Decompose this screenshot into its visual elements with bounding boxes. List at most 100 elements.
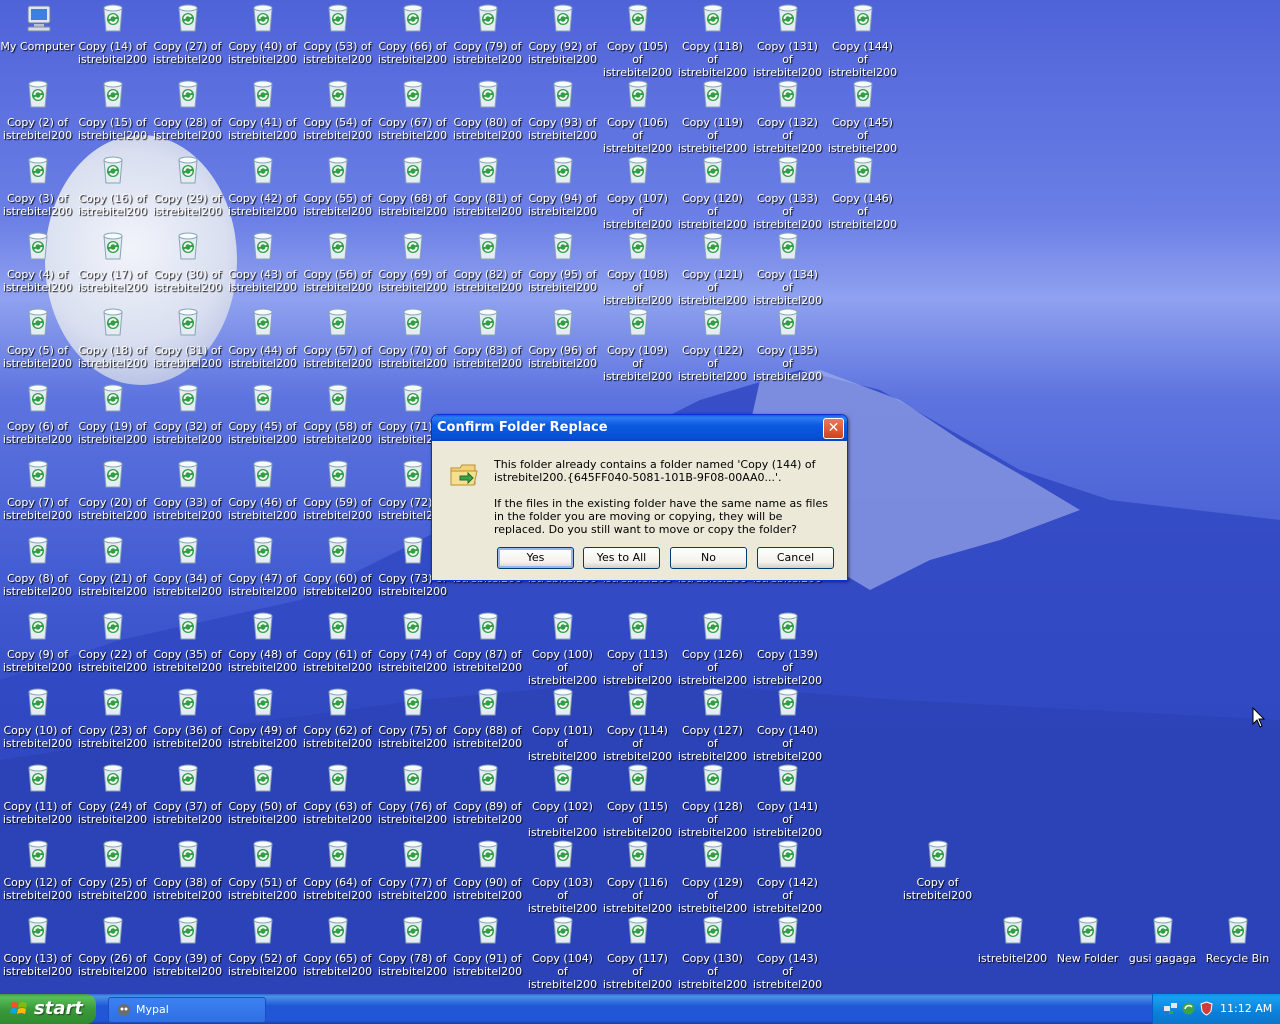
desktop-icon[interactable]: Copy (60) of istrebitel200 (300, 534, 375, 598)
desktop-icon[interactable]: Copy (38) of istrebitel200 (150, 838, 225, 902)
desktop-icon[interactable]: Copy (15) of istrebitel200 (75, 78, 150, 142)
desktop-icon[interactable]: Copy (146) of istrebitel200 (825, 154, 900, 231)
no-button[interactable]: No (670, 547, 747, 569)
desktop-icon[interactable]: Copy (23) of istrebitel200 (75, 686, 150, 750)
desktop-icon[interactable]: Copy (140) of istrebitel200 (750, 686, 825, 763)
desktop-icon[interactable]: Copy (35) of istrebitel200 (150, 610, 225, 674)
desktop-icon[interactable]: Copy (18) of istrebitel200 (75, 306, 150, 370)
clock[interactable]: 11:12 AM (1220, 994, 1272, 1024)
desktop-icon[interactable]: Copy (83) of istrebitel200 (450, 306, 525, 370)
desktop-icon[interactable]: Copy (66) of istrebitel200 (375, 2, 450, 66)
desktop-icon[interactable]: Copy (70) of istrebitel200 (375, 306, 450, 370)
desktop-icon[interactable]: Copy (57) of istrebitel200 (300, 306, 375, 370)
desktop-icon[interactable]: Recycle Bin (1200, 914, 1275, 965)
desktop-icon[interactable]: Copy (53) of istrebitel200 (300, 2, 375, 66)
desktop-icon[interactable]: Copy (10) of istrebitel200 (0, 686, 75, 750)
dialog-titlebar[interactable]: Confirm Folder Replace ✕ (432, 415, 847, 441)
desktop-icon[interactable]: Copy (26) of istrebitel200 (75, 914, 150, 978)
desktop-icon[interactable]: Copy (31) of istrebitel200 (150, 306, 225, 370)
desktop-icon[interactable]: Copy (30) of istrebitel200 (150, 230, 225, 294)
desktop-icon[interactable]: Copy (142) of istrebitel200 (750, 838, 825, 915)
desktop-icon[interactable]: Copy (80) of istrebitel200 (450, 78, 525, 142)
desktop-icon[interactable]: Copy (96) of istrebitel200 (525, 306, 600, 370)
desktop-icon[interactable]: Copy (6) of istrebitel200 (0, 382, 75, 446)
desktop-icon[interactable]: Copy (42) of istrebitel200 (225, 154, 300, 218)
desktop-icon[interactable]: Copy (7) of istrebitel200 (0, 458, 75, 522)
desktop-icon[interactable]: Copy (45) of istrebitel200 (225, 382, 300, 446)
desktop-icon[interactable]: Copy (94) of istrebitel200 (525, 154, 600, 218)
desktop-icon[interactable]: Copy (3) of istrebitel200 (0, 154, 75, 218)
desktop-icon[interactable]: Copy (47) of istrebitel200 (225, 534, 300, 598)
desktop-icon[interactable]: Copy (5) of istrebitel200 (0, 306, 75, 370)
desktop-icon[interactable]: Copy (103) of istrebitel200 (525, 838, 600, 915)
desktop-icon[interactable]: Copy (19) of istrebitel200 (75, 382, 150, 446)
desktop-icon[interactable]: Copy (119) of istrebitel200 (675, 78, 750, 155)
desktop-icon[interactable]: Copy (65) of istrebitel200 (300, 914, 375, 978)
desktop-icon[interactable]: Copy (12) of istrebitel200 (0, 838, 75, 902)
desktop-icon[interactable]: New Folder (1050, 914, 1125, 965)
desktop-icon[interactable]: Copy (81) of istrebitel200 (450, 154, 525, 218)
desktop-icon[interactable]: Copy (28) of istrebitel200 (150, 78, 225, 142)
desktop-icon[interactable]: Copy (108) of istrebitel200 (600, 230, 675, 307)
desktop-icon[interactable]: Copy (118) of istrebitel200 (675, 2, 750, 79)
desktop-icon[interactable]: Copy (114) of istrebitel200 (600, 686, 675, 763)
desktop-icon[interactable]: Copy (16) of istrebitel200 (75, 154, 150, 218)
desktop-icon[interactable]: Copy (44) of istrebitel200 (225, 306, 300, 370)
desktop-icon[interactable]: Copy (101) of istrebitel200 (525, 686, 600, 763)
desktop-icon[interactable]: Copy (27) of istrebitel200 (150, 2, 225, 66)
yes-button[interactable]: Yes (497, 547, 574, 569)
desktop-icon[interactable]: Copy (95) of istrebitel200 (525, 230, 600, 294)
desktop-icon[interactable]: Copy (113) of istrebitel200 (600, 610, 675, 687)
desktop-icon[interactable]: Copy (13) of istrebitel200 (0, 914, 75, 978)
desktop-icon[interactable]: Copy (120) of istrebitel200 (675, 154, 750, 231)
desktop-icon[interactable]: Copy (75) of istrebitel200 (375, 686, 450, 750)
desktop-icon[interactable]: Copy (132) of istrebitel200 (750, 78, 825, 155)
desktop-icon[interactable]: Copy (56) of istrebitel200 (300, 230, 375, 294)
desktop-icon[interactable]: Copy (21) of istrebitel200 (75, 534, 150, 598)
desktop-icon[interactable]: Copy (90) of istrebitel200 (450, 838, 525, 902)
desktop-icon[interactable]: Copy (127) of istrebitel200 (675, 686, 750, 763)
desktop-icon[interactable]: istrebitel200 (975, 914, 1050, 965)
desktop-icon[interactable]: Copy (77) of istrebitel200 (375, 838, 450, 902)
desktop-icon[interactable]: Copy (49) of istrebitel200 (225, 686, 300, 750)
desktop-icon[interactable]: Copy (74) of istrebitel200 (375, 610, 450, 674)
desktop-icon[interactable]: Copy (39) of istrebitel200 (150, 914, 225, 978)
desktop-icon[interactable]: Copy (62) of istrebitel200 (300, 686, 375, 750)
desktop-icon[interactable]: Copy (54) of istrebitel200 (300, 78, 375, 142)
desktop-icon[interactable]: Copy (32) of istrebitel200 (150, 382, 225, 446)
desktop-icon[interactable]: Copy (128) of istrebitel200 (675, 762, 750, 839)
desktop-icon[interactable]: Copy (141) of istrebitel200 (750, 762, 825, 839)
yes-to-all-button[interactable]: Yes to All (583, 547, 660, 569)
desktop-icon[interactable]: Copy (4) of istrebitel200 (0, 230, 75, 294)
desktop-icon[interactable]: Copy (37) of istrebitel200 (150, 762, 225, 826)
desktop-icon[interactable]: gusi gagaga (1125, 914, 1200, 965)
desktop-icon[interactable]: Copy (134) of istrebitel200 (750, 230, 825, 307)
desktop-icon[interactable]: Copy (121) of istrebitel200 (675, 230, 750, 307)
desktop-icon[interactable]: Copy (87) of istrebitel200 (450, 610, 525, 674)
desktop-icon[interactable]: Copy (67) of istrebitel200 (375, 78, 450, 142)
desktop-icon[interactable]: Copy (25) of istrebitel200 (75, 838, 150, 902)
desktop-icon[interactable]: Copy (33) of istrebitel200 (150, 458, 225, 522)
desktop-icon[interactable]: Copy (135) of istrebitel200 (750, 306, 825, 383)
cancel-button[interactable]: Cancel (757, 547, 834, 569)
desktop-icon[interactable]: Copy (68) of istrebitel200 (375, 154, 450, 218)
desktop-icon[interactable]: Copy (9) of istrebitel200 (0, 610, 75, 674)
recycle-tray-icon[interactable] (1181, 1001, 1196, 1016)
close-button[interactable]: ✕ (823, 418, 844, 439)
desktop-icon[interactable]: Copy (20) of istrebitel200 (75, 458, 150, 522)
desktop-icon[interactable]: Copy (63) of istrebitel200 (300, 762, 375, 826)
desktop-icon[interactable]: Copy (22) of istrebitel200 (75, 610, 150, 674)
desktop-icon[interactable]: Copy (11) of istrebitel200 (0, 762, 75, 826)
desktop-icon[interactable]: Copy (143) of istrebitel200 (750, 914, 825, 991)
desktop-icon[interactable]: Copy (139) of istrebitel200 (750, 610, 825, 687)
desktop-icon[interactable]: Copy (2) of istrebitel200 (0, 78, 75, 142)
desktop-icon[interactable]: Copy (122) of istrebitel200 (675, 306, 750, 383)
desktop-icon[interactable]: Copy (69) of istrebitel200 (375, 230, 450, 294)
desktop-icon[interactable]: Copy (133) of istrebitel200 (750, 154, 825, 231)
network-icon[interactable] (1163, 1001, 1178, 1016)
desktop-icon[interactable]: Copy (92) of istrebitel200 (525, 2, 600, 66)
desktop-icon[interactable]: Copy (145) of istrebitel200 (825, 78, 900, 155)
desktop-icon[interactable]: Copy (89) of istrebitel200 (450, 762, 525, 826)
desktop-icon[interactable]: Copy (61) of istrebitel200 (300, 610, 375, 674)
desktop-icon[interactable]: Copy (93) of istrebitel200 (525, 78, 600, 142)
